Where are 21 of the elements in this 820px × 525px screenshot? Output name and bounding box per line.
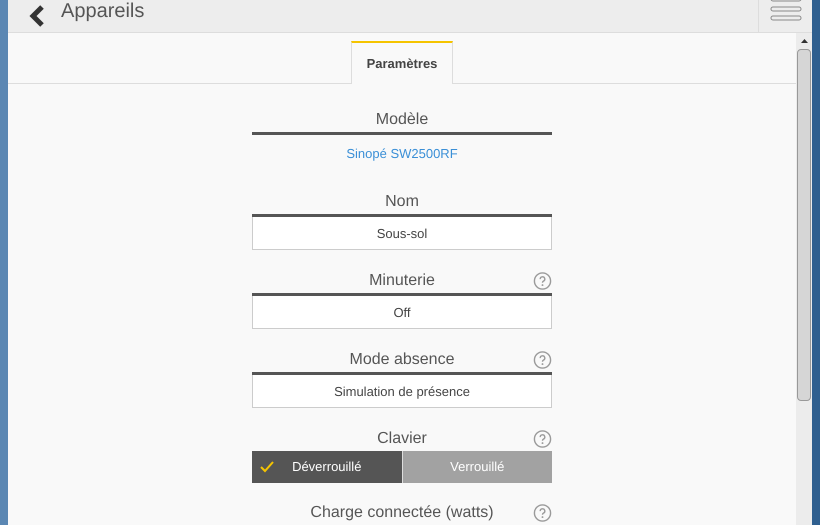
check-icon <box>260 461 274 473</box>
field-label: Clavier <box>377 429 427 449</box>
field-label: Modèle <box>376 110 428 130</box>
text-field[interactable]: Simulation de présence <box>252 375 552 408</box>
menu-icon[interactable] <box>770 0 802 22</box>
help-icon[interactable] <box>533 350 552 370</box>
toggle-option[interactable]: Déverrouillé <box>252 451 402 483</box>
scrollbar[interactable] <box>796 33 812 525</box>
help-icon[interactable] <box>533 272 552 290</box>
back-icon[interactable] <box>28 5 46 27</box>
help-icon[interactable] <box>533 430 552 448</box>
field-label: Charge connectée (watts) <box>310 503 494 523</box>
page-title: Appareils <box>61 0 144 24</box>
tab[interactable]: Paramètres <box>350 41 454 84</box>
text-field[interactable]: Off <box>252 296 552 329</box>
help-icon[interactable] <box>533 504 552 522</box>
field-label: Mode absence <box>350 350 454 370</box>
text-field[interactable]: Sous-sol <box>252 217 552 250</box>
field-label: Nom <box>385 192 419 212</box>
field-label: Minuterie <box>369 271 435 291</box>
scroll-thumb[interactable] <box>797 49 811 401</box>
